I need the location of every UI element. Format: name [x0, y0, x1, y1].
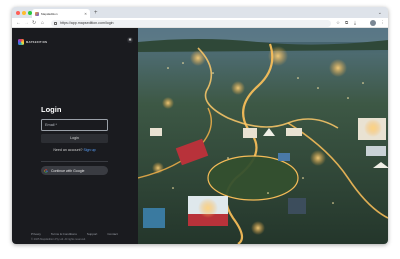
- footer-links: Privacy Terms & Conditions Support Conta…: [31, 232, 128, 236]
- divider: [41, 161, 108, 162]
- tab-bar: MapsEdition ✕ + ⌄: [12, 7, 388, 18]
- settings-icon[interactable]: ✱: [127, 37, 133, 43]
- back-icon[interactable]: ←: [16, 19, 21, 27]
- google-icon: [44, 168, 48, 173]
- address-bar[interactable]: https://app.mapsedition.com/login: [51, 19, 331, 27]
- reload-icon[interactable]: ↻: [32, 19, 36, 27]
- minimize-window-button[interactable]: [22, 11, 26, 15]
- tab-close-icon[interactable]: ✕: [84, 12, 87, 16]
- tab-list-chevron-icon[interactable]: ⌄: [378, 9, 382, 17]
- lock-icon: [54, 21, 57, 25]
- close-window-button[interactable]: [16, 11, 20, 15]
- page-title: Login: [41, 105, 62, 114]
- brand-name: MAPSEDITION: [26, 40, 48, 44]
- downloads-icon[interactable]: ⤓: [354, 19, 356, 27]
- logo-mark-icon: [18, 39, 24, 45]
- footer-link-terms[interactable]: Terms & Conditions: [51, 232, 77, 236]
- brand-logo[interactable]: MAPSEDITION: [18, 39, 47, 45]
- google-signin-button[interactable]: Continue with Google: [41, 166, 108, 175]
- tab-title: MapsEdition: [41, 11, 58, 16]
- browser-tab[interactable]: MapsEdition ✕: [32, 9, 90, 18]
- page-viewport: MAPSEDITION ✱ Login Email * Login Need a…: [12, 28, 388, 244]
- footer-link-privacy[interactable]: Privacy: [31, 232, 41, 236]
- favicon-icon: [35, 11, 39, 16]
- google-button-label: Continue with Google: [51, 168, 85, 173]
- browser-menu-icon[interactable]: ⋮: [380, 19, 385, 27]
- hero-image: [138, 28, 388, 244]
- signup-prompt: Need an account? Sign up: [41, 148, 108, 152]
- footer-link-support[interactable]: Support: [87, 232, 98, 236]
- url-text: https://app.mapsedition.com/login: [60, 21, 114, 25]
- footer-link-contact[interactable]: Contact: [107, 232, 117, 236]
- copyright-text: © 2025 MapsEdition Pty Ltd. All rights r…: [31, 238, 86, 241]
- signup-link[interactable]: Sign up: [83, 148, 95, 152]
- browser-toolbar: ← → ↻ ⌂ https://app.mapsedition.com/logi…: [12, 18, 388, 28]
- bookmark-star-icon[interactable]: ☆: [336, 19, 340, 27]
- profile-avatar[interactable]: [370, 20, 376, 26]
- forward-icon[interactable]: →: [24, 19, 29, 27]
- browser-window: MapsEdition ✕ + ⌄ ← → ↻ ⌂ https://app.ma…: [12, 7, 388, 244]
- login-panel: MAPSEDITION ✱ Login Email * Login Need a…: [12, 28, 138, 244]
- email-field[interactable]: Email *: [41, 119, 108, 131]
- new-tab-icon[interactable]: +: [94, 9, 98, 17]
- no-account-text: Need an account?: [53, 148, 83, 152]
- extensions-icon[interactable]: ⧉: [345, 19, 348, 27]
- home-icon[interactable]: ⌂: [41, 19, 44, 27]
- login-button[interactable]: Login: [41, 134, 108, 143]
